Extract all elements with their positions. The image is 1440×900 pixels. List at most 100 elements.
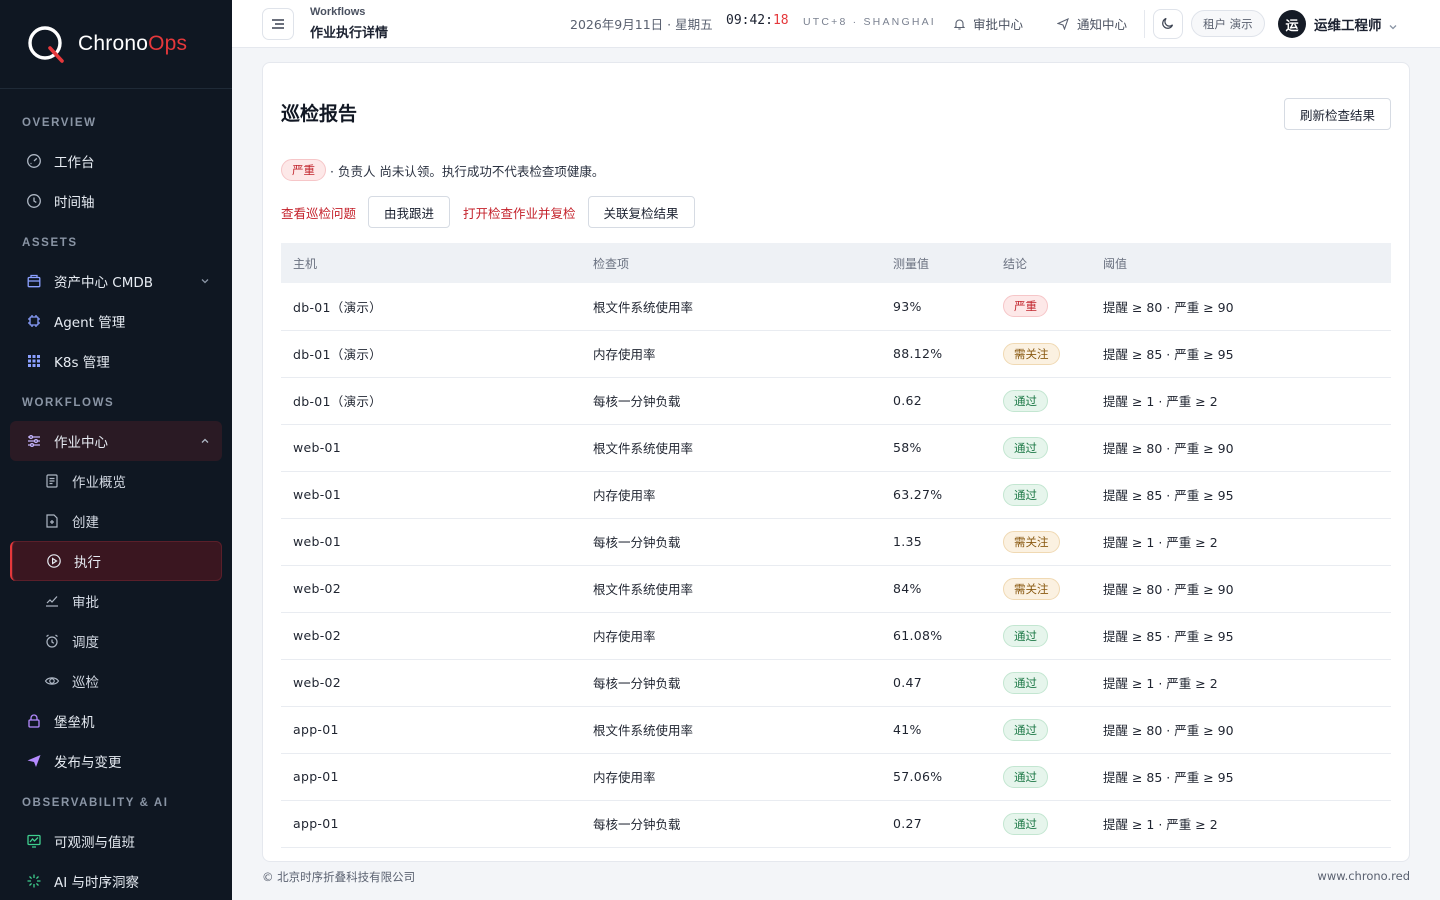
section-workflows: WORKFLOWS <box>22 397 115 409</box>
sidebar-item-jobs-schedule[interactable]: 调度 <box>0 621 232 661</box>
table-row[interactable]: web-02 每核一分钟负载 0.47 通过 提醒 ≥ 1 · 严重 ≥ 2 <box>281 659 1391 706</box>
column-header-host[interactable]: 主机 <box>281 243 581 283</box>
sidebar-item-label: 作业概览 <box>72 475 126 491</box>
table-row[interactable]: app-01 内存使用率 57.06% 通过 提醒 ≥ 85 · 严重 ≥ 95 <box>281 753 1391 800</box>
cell-verdict: 通过 <box>991 377 1091 424</box>
avatar[interactable]: 运 <box>1278 10 1306 38</box>
follow-up-button[interactable]: 由我跟进 <box>368 196 451 228</box>
table-row[interactable]: db-01（演示） 根文件系统使用率 93% 严重 提醒 ≥ 80 · 严重 ≥ 90 <box>281 283 1391 330</box>
sidebar-item-ai[interactable]: AI 与时序洞察 <box>0 861 232 900</box>
link-recheck-button[interactable]: 关联复检结果 <box>587 196 695 228</box>
timezone-label: UTC+8 · SHANGHAI <box>803 16 936 28</box>
chevron-up-icon[interactable] <box>200 434 210 450</box>
table-row[interactable]: app-01 每核一分钟负载 0.27 通过 提醒 ≥ 1 · 严重 ≥ 2 <box>281 800 1391 847</box>
table-row[interactable]: web-01 每核一分钟负载 1.35 需关注 提醒 ≥ 1 · 严重 ≥ 2 <box>281 518 1391 565</box>
sidebar-item-jobs-execute[interactable]: 执行 <box>10 541 222 581</box>
tenant-badge[interactable]: 租户 演示 <box>1191 10 1265 37</box>
sidebar-item-cmdb[interactable]: 资产中心 CMDB <box>0 261 232 301</box>
monitor-icon <box>26 833 42 849</box>
cell-verdict: 通过 <box>991 800 1091 847</box>
sidebar-item-observability[interactable]: 可观测与值班 <box>0 821 232 861</box>
verdict-badge: 通过 <box>1003 483 1048 506</box>
cell-threshold: 提醒 ≥ 85 · 严重 ≥ 95 <box>1103 488 1234 503</box>
sidebar-item-jobs-inspect[interactable]: 巡检 <box>0 661 232 701</box>
chevron-down-icon[interactable] <box>200 274 210 290</box>
theme-toggle-button[interactable] <box>1153 9 1183 39</box>
bell-icon <box>954 18 965 30</box>
table-row[interactable]: web-01 根文件系统使用率 58% 通过 提醒 ≥ 80 · 严重 ≥ 90 <box>281 424 1391 471</box>
approval-center-link[interactable]: 审批中心 <box>954 14 1023 33</box>
cell-check: 每核一分钟负载 <box>593 676 681 691</box>
sidebar-item-release[interactable]: 发布与变更 <box>0 741 232 781</box>
cell-value: 57.06% <box>893 769 943 784</box>
cell-verdict: 通过 <box>991 612 1091 659</box>
verdict-badge: 通过 <box>1003 436 1048 459</box>
clock-icon <box>26 193 42 209</box>
column-header-verdict[interactable]: 结论 <box>991 243 1091 283</box>
report-actions: 查看巡检问题 由我跟进 打开检查作业并复检 关联复检结果 <box>281 196 695 228</box>
sidebar-item-workbench[interactable]: 工作台 <box>0 141 232 181</box>
footer-site-link[interactable]: www.chrono.red <box>1317 869 1410 883</box>
open-recheck-link[interactable]: 打开检查作业并复检 <box>463 203 576 222</box>
brand[interactable]: ChronoOps <box>0 0 232 89</box>
section-overview: OVERVIEW <box>22 117 97 129</box>
sidebar-item-jobs-approve[interactable]: 审批 <box>0 581 232 621</box>
sparkle-icon <box>26 873 42 889</box>
cell-verdict: 需关注 <box>991 518 1091 565</box>
refresh-results-button[interactable]: 刷新检查结果 <box>1283 98 1391 130</box>
table-row[interactable]: web-01 内存使用率 63.27% 通过 提醒 ≥ 85 · 严重 ≥ 95 <box>281 471 1391 518</box>
sidebar-item-jobs-create[interactable]: 创建 <box>0 501 232 541</box>
table-header-row: 主机 检查项 测量值 结论 阈值 <box>281 243 1391 283</box>
sidebar-item-jobs-overview[interactable]: 作业概览 <box>0 461 232 501</box>
cell-value: 0.47 <box>893 675 923 690</box>
brand-name: ChronoOps <box>78 32 188 55</box>
send-icon <box>1057 17 1069 30</box>
breadcrumb-parent[interactable]: Workflows <box>310 6 365 18</box>
sidebar-item-timeline[interactable]: 时间轴 <box>0 181 232 221</box>
alert-text: · 负责人 尚未认领。执行成功不代表检查项健康。 <box>330 163 605 179</box>
table-row[interactable]: web-02 根文件系统使用率 84% 需关注 提醒 ≥ 80 · 严重 ≥ 90 <box>281 565 1391 612</box>
sidebar-item-label: 发布与变更 <box>54 755 122 771</box>
username[interactable]: 运维工程师 <box>1314 14 1382 34</box>
cell-threshold: 提醒 ≥ 1 · 严重 ≥ 2 <box>1103 394 1218 409</box>
cell-check: 内存使用率 <box>593 629 656 644</box>
cell-threshold: 提醒 ≥ 1 · 严重 ≥ 2 <box>1103 676 1218 691</box>
gauge-icon <box>26 153 42 169</box>
notification-center-link[interactable]: 通知中心 <box>1057 14 1127 33</box>
grid-icon <box>26 353 42 369</box>
menu-toggle-button[interactable] <box>262 8 294 40</box>
sidebar-item-label: 调度 <box>72 635 99 651</box>
sidebar-item-agent[interactable]: Agent 管理 <box>0 301 232 341</box>
table-row[interactable]: db-01（演示） 内存使用率 88.12% 需关注 提醒 ≥ 85 · 严重 ≥ 95 <box>281 330 1391 377</box>
cell-value: 1.35 <box>893 534 923 549</box>
table-row[interactable]: db-01（演示） 每核一分钟负载 0.62 通过 提醒 ≥ 1 · 严重 ≥ 2 <box>281 377 1391 424</box>
column-header-value[interactable]: 测量值 <box>881 243 991 283</box>
sidebar-item-label: 作业中心 <box>54 435 108 451</box>
cell-host: db-01（演示） <box>293 299 382 315</box>
page-title: 作业执行详情 <box>310 26 389 41</box>
cell-threshold: 提醒 ≥ 80 · 严重 ≥ 90 <box>1103 723 1234 738</box>
table-row[interactable]: app-01 根文件系统使用率 41% 通过 提醒 ≥ 80 · 严重 ≥ 90 <box>281 706 1391 753</box>
table-row[interactable]: web-02 内存使用率 61.08% 通过 提醒 ≥ 85 · 严重 ≥ 95 <box>281 612 1391 659</box>
inspection-table: 主机 检查项 测量值 结论 阈值 db-01（演示） 根文件系统使用率 93% 严重提… <box>281 243 1391 848</box>
cell-value: 93% <box>893 298 922 314</box>
cell-threshold: 提醒 ≥ 1 · 严重 ≥ 2 <box>1103 535 1218 550</box>
sidebar-item-k8s[interactable]: K8s 管理 <box>0 341 232 381</box>
verdict-badge: 需关注 <box>1003 342 1060 365</box>
chevron-down-icon[interactable] <box>1388 17 1398 36</box>
verdict-badge: 通过 <box>1003 812 1048 835</box>
current-time: 09:42:18 <box>726 13 789 28</box>
cell-check: 内存使用率 <box>593 488 656 503</box>
view-issues-link[interactable]: 查看巡检问题 <box>281 203 356 222</box>
inspection-report-card: 巡检报告 刷新检查结果 严重 · 负责人 尚未认领。执行成功不代表检查项健康。 … <box>262 62 1410 862</box>
column-header-threshold[interactable]: 阈值 <box>1091 243 1391 283</box>
cell-check: 根文件系统使用率 <box>593 441 694 456</box>
verdict-badge: 需关注 <box>1003 577 1060 600</box>
menu-icon <box>271 15 285 34</box>
notification-center-label: 通知中心 <box>1077 17 1128 32</box>
column-header-check[interactable]: 检查项 <box>581 243 881 283</box>
sidebar-item-jobs[interactable]: 作业中心 <box>10 421 222 461</box>
cell-value: 0.27 <box>893 816 923 831</box>
moon-icon <box>1161 15 1175 34</box>
sidebar-item-bastion[interactable]: 堡垒机 <box>0 701 232 741</box>
